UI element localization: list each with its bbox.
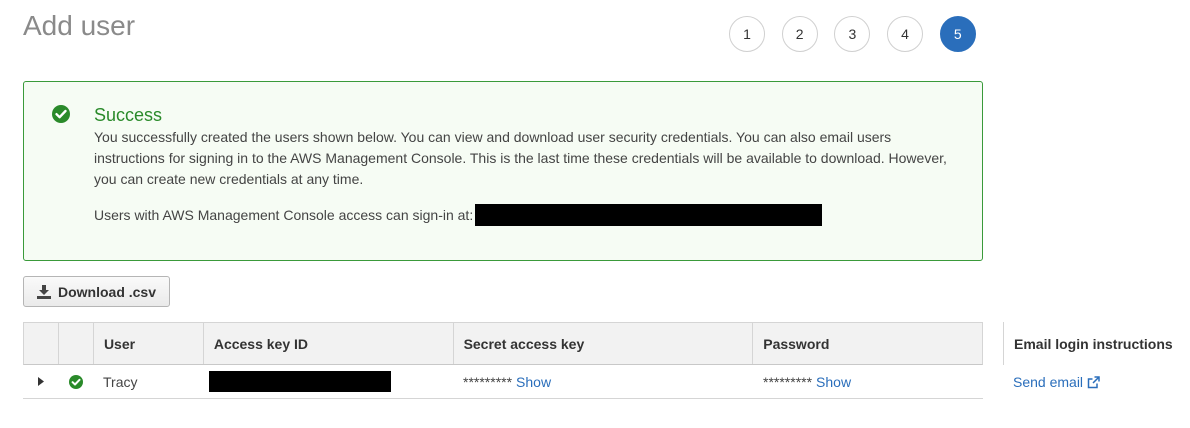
alert-title: Success — [94, 105, 163, 125]
secret-key-cell: ********* Show — [453, 365, 753, 398]
signin-label: Users with AWS Management Console access… — [94, 207, 474, 223]
step-4[interactable]: 4 — [887, 16, 924, 52]
col-secret-access-key: Secret access key — [454, 323, 754, 364]
email-instructions-column: Email login instructions Send email — [1003, 322, 1190, 399]
download-csv-label: Download .csv — [57, 283, 157, 300]
success-alert: Success You successfully created the use… — [23, 81, 983, 261]
col-status — [59, 323, 94, 364]
redacted-access-key-id — [209, 371, 391, 392]
download-csv-button[interactable]: Download .csv — [23, 276, 170, 307]
step-1[interactable]: 1 — [729, 16, 765, 52]
download-icon — [36, 284, 51, 299]
signin-url-row: Users with AWS Management Console access… — [94, 204, 823, 226]
col-expand — [24, 323, 59, 364]
show-secret-key-link[interactable]: Show — [516, 374, 551, 390]
send-email-cell: Send email — [1003, 365, 1190, 399]
send-email-link[interactable]: Send email — [1013, 374, 1083, 390]
success-check-icon — [68, 374, 83, 389]
col-access-key-id: Access key ID — [204, 323, 454, 364]
users-table: User Access key ID Secret access key Pas… — [23, 322, 983, 399]
password-cell: ********* Show — [753, 365, 982, 398]
col-password: Password — [763, 335, 830, 352]
expand-row-toggle[interactable] — [23, 365, 58, 398]
col-user: User — [94, 323, 204, 364]
wizard-steps: 1 2 3 4 5 — [729, 16, 992, 52]
redacted-signin-url — [475, 204, 823, 226]
alert-message: You successfully created the users shown… — [94, 129, 947, 187]
caret-right-icon — [37, 377, 44, 386]
external-link-icon[interactable] — [1087, 375, 1100, 389]
table-row: Tracy ********* Show ********* Show — [23, 365, 983, 399]
secret-key-mask: ********* — [463, 373, 513, 390]
success-check-icon — [52, 105, 70, 123]
step-3[interactable]: 3 — [834, 16, 871, 52]
access-key-id-cell — [203, 365, 453, 398]
step-5-current: 5 — [939, 16, 976, 52]
user-name: Tracy — [103, 373, 138, 390]
page-title: Add user — [23, 10, 136, 41]
row-status — [58, 365, 93, 398]
step-2[interactable]: 2 — [781, 16, 818, 52]
show-password-link[interactable]: Show — [816, 374, 851, 390]
email-login-instructions-header: Email login instructions — [1003, 322, 1190, 365]
password-mask: ********* — [763, 373, 813, 390]
table-header: User Access key ID Secret access key Pas… — [23, 322, 983, 365]
